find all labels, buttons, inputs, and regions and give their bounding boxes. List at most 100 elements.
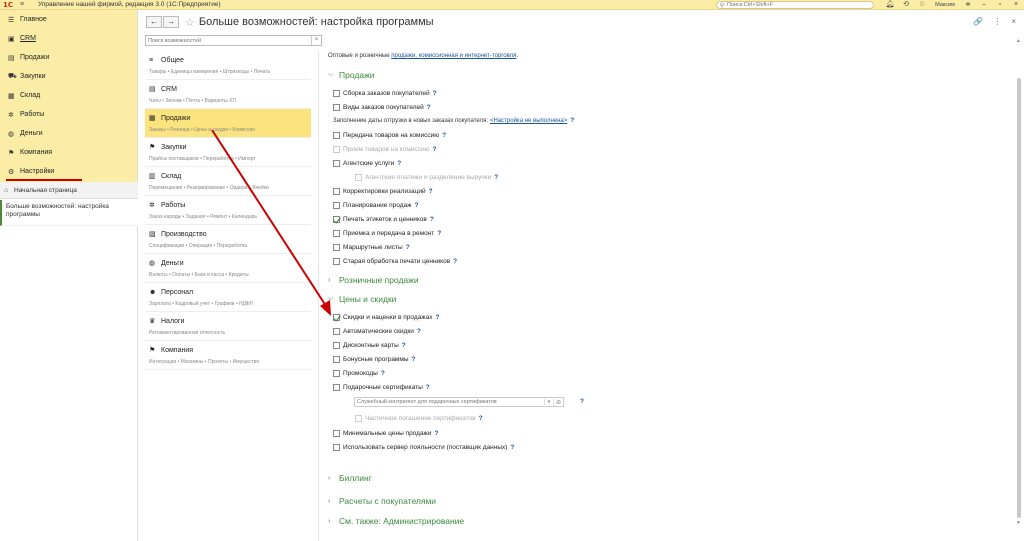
close-icon[interactable]: ×	[1008, 0, 1024, 10]
option-order-assembly[interactable]: Сборка заказов покупателей?	[333, 88, 437, 98]
option-loyalty-server[interactable]: Использовать сервер лояльности (поставщи…	[333, 442, 514, 452]
nav-item-works[interactable]: ✲ Работы	[0, 105, 137, 124]
checkbox[interactable]	[333, 243, 340, 251]
help-icon[interactable]: ?	[381, 370, 385, 377]
option-min-prices[interactable]: Минимальные цены продажи?	[333, 428, 439, 438]
nav-item-main[interactable]: ☰ Главное	[0, 10, 137, 29]
checkbox[interactable]	[333, 383, 340, 391]
scroll-thumb[interactable]	[1017, 78, 1021, 518]
group-prices-discounts[interactable]: ⌵ Цены и скидки	[328, 294, 396, 304]
option-old-price-print[interactable]: Старая обработка печати ценников?	[333, 256, 457, 266]
option-route-sheets[interactable]: Маршрутные листы?	[333, 242, 410, 252]
option-commission-transfer[interactable]: Передача товаров на комиссию?	[333, 130, 446, 140]
shipment-setting-link[interactable]: <Настройка не выполнена>	[490, 118, 567, 124]
link-icon[interactable]: 🔗	[973, 17, 983, 26]
section-personnel[interactable]: ☻ Персонал Зарплата • Кадровый учет • Граф…	[145, 283, 311, 312]
section-company[interactable]: ⚑ Компания Интеграция • Магазины • Проекты…	[145, 341, 311, 370]
checkbox[interactable]	[333, 187, 340, 195]
help-icon[interactable]: ?	[570, 117, 574, 124]
global-search-input[interactable]	[727, 2, 867, 8]
help-icon[interactable]: ?	[430, 216, 434, 223]
favorite-star-icon[interactable]: ☆	[185, 16, 195, 29]
checkbox[interactable]	[333, 257, 340, 265]
back-button[interactable]: ←	[146, 16, 162, 28]
option-discounts-markups[interactable]: Скидки и наценки в продажах?	[333, 312, 440, 322]
checkbox[interactable]	[333, 159, 340, 167]
content-scrollbar[interactable]: ▲ ▼	[1016, 38, 1022, 526]
option-repair[interactable]: Приемка и передача в ремонт?	[333, 228, 441, 238]
option-bonus-programs[interactable]: Бонусные программы?	[333, 354, 416, 364]
help-icon[interactable]: ?	[406, 244, 410, 251]
sales-help-link[interactable]: продажи, комиссионная и интернет-торговл…	[391, 53, 516, 59]
help-icon[interactable]: ?	[426, 384, 430, 391]
option-order-types[interactable]: Виды заказов покупателей?	[333, 102, 431, 112]
section-money[interactable]: ◍ Деньги Валюты • Оплаты • Банк и касса • …	[145, 254, 311, 283]
section-warehouse[interactable]: ▥ Склад Перемещения • Резервирование • Орд…	[145, 167, 311, 196]
favorites-icon[interactable]: ☆	[914, 0, 930, 10]
nav-item-warehouse[interactable]: ▦ Склад	[0, 86, 137, 105]
option-promocodes[interactable]: Промокоды?	[333, 368, 385, 378]
section-general[interactable]: ≡ Общее Товары • Единицы измерения • Штрих…	[145, 51, 311, 80]
help-icon[interactable]: ?	[433, 90, 437, 97]
group-settlements[interactable]: › Расчеты с покупателями	[328, 496, 436, 506]
checkbox-checked[interactable]	[333, 313, 340, 321]
help-icon[interactable]: ?	[580, 398, 584, 405]
maximize-icon[interactable]: ▫	[992, 0, 1008, 10]
checkbox[interactable]	[333, 341, 340, 349]
nav-item-crm[interactable]: ▣ CRM	[0, 29, 137, 48]
section-production[interactable]: ▧ Производство Спецификации • Операции • П…	[145, 225, 311, 254]
help-icon[interactable]: ?	[397, 160, 401, 167]
help-icon[interactable]: ?	[442, 132, 446, 139]
help-icon[interactable]: ?	[412, 356, 416, 363]
home-page-link[interactable]: ⌂ Начальная страница	[0, 182, 138, 199]
checkbox[interactable]	[333, 369, 340, 377]
help-icon[interactable]: ?	[437, 230, 441, 237]
help-icon[interactable]: ?	[453, 258, 457, 265]
clear-search-button[interactable]: ×	[311, 36, 321, 45]
section-taxes[interactable]: ♛ Налоги Регламентированная отчетность	[145, 312, 311, 341]
history-icon[interactable]: ⟲	[898, 0, 914, 10]
checkbox[interactable]	[333, 443, 340, 451]
user-name[interactable]: Максим	[930, 0, 960, 10]
option-gift-certificates[interactable]: Подарочные сертификаты?	[333, 382, 430, 392]
option-agent-services[interactable]: Агентские услуги?	[333, 158, 401, 168]
open-window-item[interactable]: Больше возможностей: настройка программы	[0, 200, 138, 226]
menu-icon[interactable]: ≡	[16, 0, 28, 10]
help-icon[interactable]: ?	[417, 328, 421, 335]
close-form-icon[interactable]: ×	[1011, 17, 1016, 26]
section-works[interactable]: ✲ Работы Заказ-наряды • Задания • Ремонт •…	[145, 196, 311, 225]
nav-item-company[interactable]: ⚑ Компания	[0, 143, 137, 162]
scroll-up-icon[interactable]: ▲	[1016, 38, 1021, 44]
help-icon[interactable]: ?	[436, 314, 440, 321]
settings-icon[interactable]: ≑	[960, 0, 976, 10]
option-print-labels[interactable]: Печать этикеток и ценников?	[333, 214, 434, 224]
help-icon[interactable]: ?	[429, 188, 433, 195]
help-icon[interactable]: ?	[435, 430, 439, 437]
nav-item-purchases[interactable]: ⛟ Закупки	[0, 67, 137, 86]
checkbox[interactable]	[333, 229, 340, 237]
option-discount-cards[interactable]: Дисконтные карты?	[333, 340, 406, 350]
sections-search-input[interactable]	[146, 36, 311, 45]
checkbox[interactable]	[333, 103, 340, 111]
help-icon[interactable]: ?	[415, 202, 419, 209]
nav-item-sales[interactable]: ▤ Продажи	[0, 48, 137, 67]
bell-icon[interactable]: 🔔︎	[882, 0, 898, 10]
help-icon[interactable]: ?	[494, 174, 498, 181]
checkbox[interactable]	[333, 131, 340, 139]
checkbox[interactable]	[333, 201, 340, 209]
global-search[interactable]: ⚲	[716, 1, 874, 9]
help-icon[interactable]: ?	[432, 146, 436, 153]
group-sales[interactable]: ⌵ Продажи	[328, 70, 375, 80]
option-sales-corrections[interactable]: Корректировки реализаций?	[333, 186, 433, 196]
group-retail[interactable]: › Розничные продажи	[328, 275, 419, 285]
option-sales-planning[interactable]: Планирование продаж?	[333, 200, 419, 210]
group-see-also[interactable]: › См. также: Администрирование	[328, 516, 464, 526]
help-icon[interactable]: ?	[479, 415, 483, 422]
checkbox[interactable]	[333, 327, 340, 335]
scroll-down-icon[interactable]: ▼	[1016, 520, 1021, 526]
section-crm[interactable]: ▤ CRM Чаты • Звонки • Почта • Варианты ХП	[145, 80, 311, 109]
minimize-icon[interactable]: –	[976, 0, 992, 10]
help-icon[interactable]: ?	[427, 104, 431, 111]
checkbox[interactable]	[333, 429, 340, 437]
forward-button[interactable]: →	[163, 16, 179, 28]
